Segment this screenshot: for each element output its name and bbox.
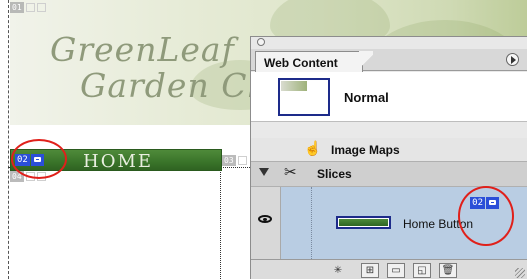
slice-number: 03 [222,154,236,166]
trash-icon[interactable]: 🗑 [439,263,457,278]
new-folder-icon[interactable]: ▭ [387,263,405,278]
image-maps-label: Image Maps [331,143,400,157]
close-icon[interactable] [257,38,265,46]
tab-edge [359,51,373,72]
resize-grip-icon[interactable] [515,268,525,278]
list-item-slices[interactable]: ✂ Slices [251,162,527,187]
disclosure-triangle-icon[interactable] [259,168,269,176]
greenleaf-logo: GreenLeaf Garden Club [50,30,302,120]
slices-label: Slices [317,167,352,181]
home-button-thumbnail [336,216,391,229]
slice-03-tag[interactable]: 03 [222,154,247,166]
visibility-toggle[interactable] [251,187,281,259]
panel-menu-icon[interactable] [506,53,519,66]
magic-wand-icon[interactable]: ✳ [329,263,347,278]
list-item-normal[interactable]: Normal [251,72,527,122]
tab-web-content[interactable]: Web Content [255,51,363,72]
duplicate-icon[interactable]: ◱ [413,263,431,278]
slice-01-tag[interactable]: 01 [10,1,46,13]
hand-icon: ☝ [304,140,322,156]
slice-image-icon [25,2,35,12]
panel-titlebar[interactable] [251,37,527,49]
normal-label: Normal [344,90,389,105]
normal-thumbnail [278,78,330,116]
slice-tool-icon: ✂ [284,164,297,181]
home-button-text: HOME [83,151,154,172]
slice-auto-icon [36,2,46,12]
slice-number: 01 [10,1,24,13]
new-layer-icon[interactable]: ⊞ [361,263,379,278]
panel-tab-row: Web Content [251,49,527,72]
panel-toolbar: ✳ ⊞ ▭ ◱ 🗑 [251,259,527,279]
highlight-circle [458,186,514,246]
highlight-circle [11,139,67,179]
list-item-image-maps[interactable]: ☝ Image Maps [251,138,527,162]
logo-line-1: GreenLeaf [50,30,235,69]
slice-image-icon [237,155,247,165]
canvas-edge-guide [8,0,9,279]
eye-icon [258,215,272,223]
tree-indent-line [311,187,312,259]
